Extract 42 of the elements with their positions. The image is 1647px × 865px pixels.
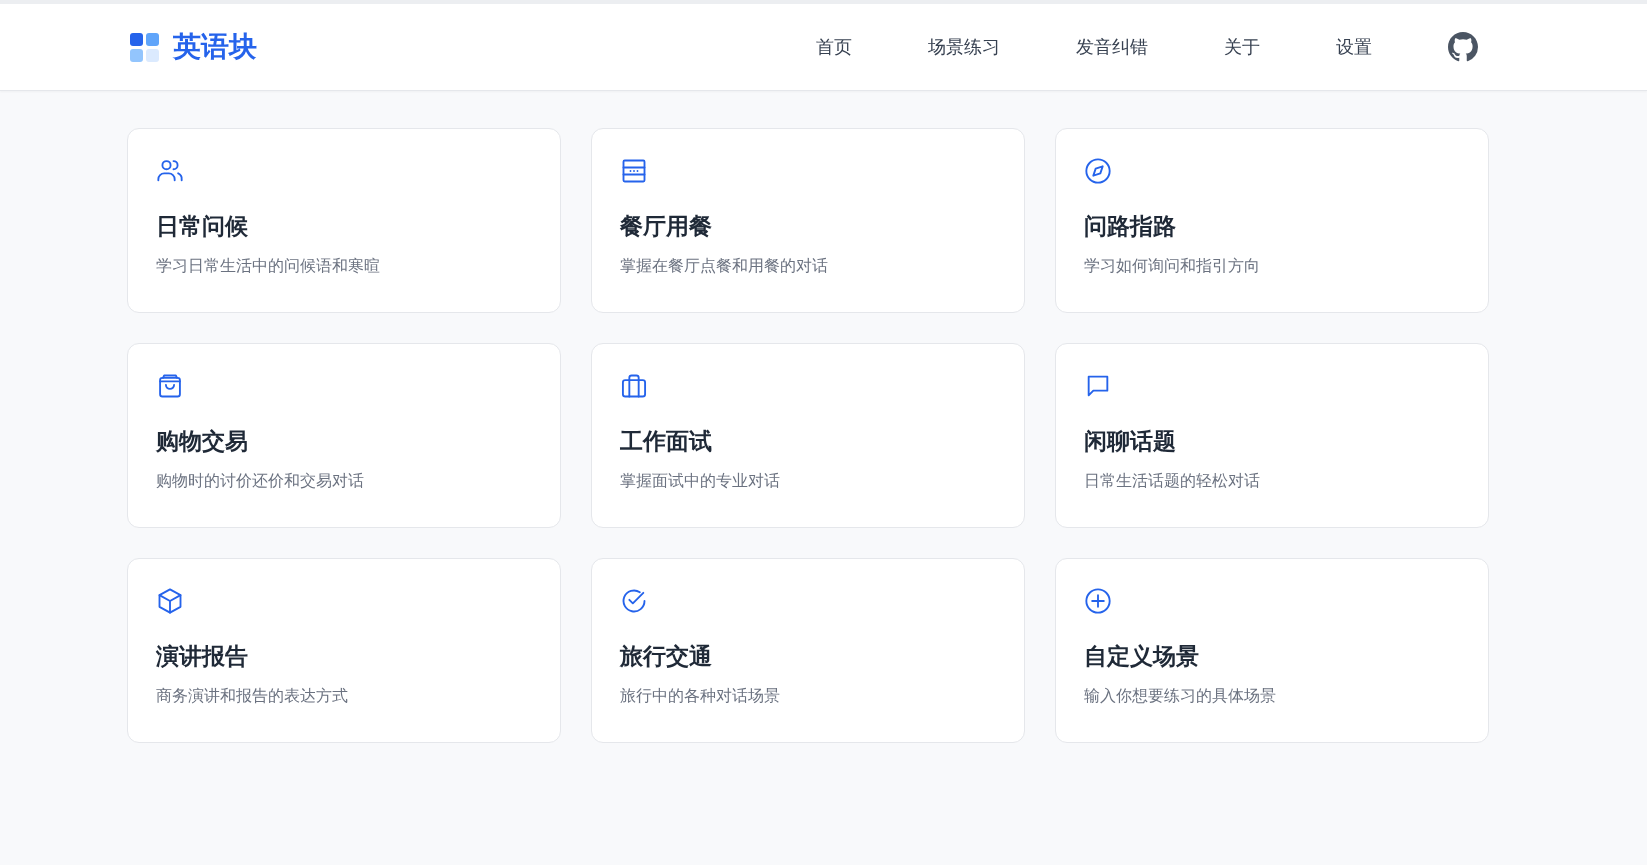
logo-icon bbox=[130, 32, 159, 62]
card-description: 学习如何询问和指引方向 bbox=[1084, 256, 1261, 277]
card-title: 日常问候 bbox=[156, 212, 249, 241]
github-icon[interactable] bbox=[1448, 32, 1478, 62]
check-circle-icon bbox=[620, 587, 648, 615]
card-description: 学习日常生活中的问候语和寒暄 bbox=[156, 256, 381, 277]
card-title: 旅行交通 bbox=[620, 642, 713, 671]
card-title: 闲聊话题 bbox=[1084, 427, 1177, 456]
scene-card[interactable]: 餐厅用餐 掌握在餐厅点餐和用餐的对话 bbox=[591, 128, 1025, 313]
scene-card[interactable]: 演讲报告 商务演讲和报告的表达方式 bbox=[127, 558, 561, 743]
plus-circle-icon bbox=[1084, 587, 1112, 615]
scene-card[interactable]: 闲聊话题 日常生活话题的轻松对话 bbox=[1055, 343, 1489, 528]
nav-link[interactable]: 发音纠错 bbox=[1076, 35, 1148, 59]
card-description: 掌握在餐厅点餐和用餐的对话 bbox=[620, 256, 829, 277]
scene-card[interactable]: 工作面试 掌握面试中的专业对话 bbox=[591, 343, 1025, 528]
scene-card[interactable]: 日常问候 学习日常生活中的问候语和寒暄 bbox=[127, 128, 561, 313]
nav-link[interactable]: 场景练习 bbox=[928, 35, 1000, 59]
scene-card[interactable]: 旅行交通 旅行中的各种对话场景 bbox=[591, 558, 1025, 743]
card-title: 自定义场景 bbox=[1084, 642, 1200, 671]
compass-icon bbox=[1084, 157, 1112, 185]
cube-icon bbox=[156, 587, 184, 615]
card-description: 日常生活话题的轻松对话 bbox=[1084, 471, 1261, 492]
scene-card[interactable]: 自定义场景 输入你想要练习的具体场景 bbox=[1055, 558, 1489, 743]
nav-link[interactable]: 设置 bbox=[1336, 35, 1372, 59]
nav-link[interactable]: 首页 bbox=[816, 35, 852, 59]
shopping-bag-icon bbox=[156, 372, 184, 400]
scene-card[interactable]: 问路指路 学习如何询问和指引方向 bbox=[1055, 128, 1489, 313]
card-title: 演讲报告 bbox=[156, 642, 249, 671]
server-icon bbox=[620, 157, 648, 185]
nav-link[interactable]: 关于 bbox=[1224, 35, 1260, 59]
card-description: 掌握面试中的专业对话 bbox=[620, 471, 781, 492]
card-title: 餐厅用餐 bbox=[620, 212, 713, 241]
brand-name: 英语块 bbox=[173, 29, 257, 65]
card-description: 输入你想要练习的具体场景 bbox=[1084, 686, 1277, 707]
scene-card[interactable]: 购物交易 购物时的讨价还价和交易对话 bbox=[127, 343, 561, 528]
card-description: 购物时的讨价还价和交易对话 bbox=[156, 471, 365, 492]
card-description: 旅行中的各种对话场景 bbox=[620, 686, 781, 707]
card-description: 商务演讲和报告的表达方式 bbox=[156, 686, 349, 707]
card-title: 工作面试 bbox=[620, 427, 713, 456]
card-title: 问路指路 bbox=[1084, 212, 1177, 241]
card-title: 购物交易 bbox=[156, 427, 249, 456]
briefcase-icon bbox=[620, 372, 648, 400]
